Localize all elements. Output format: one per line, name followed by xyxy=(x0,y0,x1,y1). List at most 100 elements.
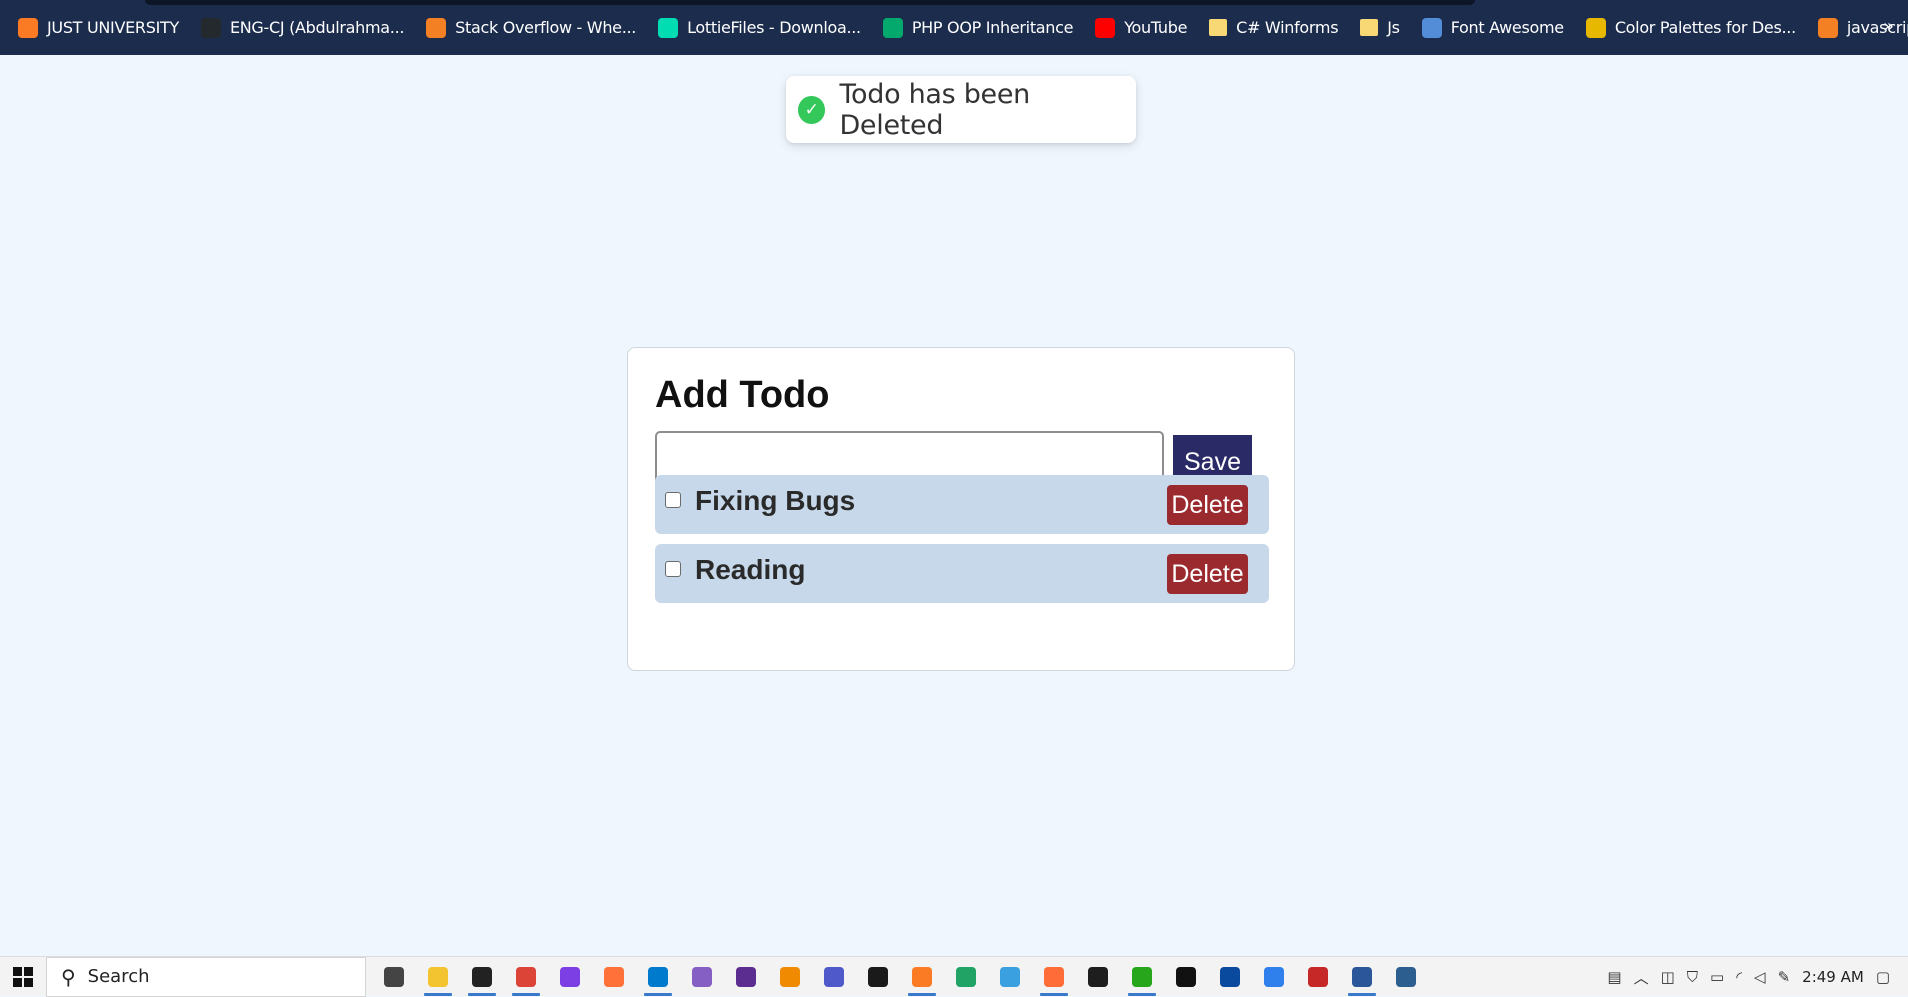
search-label: Search xyxy=(87,966,150,987)
todo-checkbox[interactable] xyxy=(665,492,681,508)
pen-icon[interactable]: ✎ xyxy=(1778,968,1791,986)
bookmark-label: JUST UNIVERSITY xyxy=(47,18,179,37)
figma-icon xyxy=(1088,966,1108,987)
battery-icon[interactable]: ▭ xyxy=(1710,968,1724,986)
volume-icon[interactable]: ◁ xyxy=(1754,968,1766,986)
task-view-icon xyxy=(384,966,404,987)
bookmark-item[interactable]: C# Winforms xyxy=(1209,13,1339,43)
bookmark-label: ENG-CJ (Abdulrahma... xyxy=(229,18,405,37)
delete-button[interactable]: Delete xyxy=(1167,485,1248,525)
taskbar-app[interactable] xyxy=(1032,957,1076,997)
clock[interactable]: 2:49 AM xyxy=(1802,968,1864,986)
app-orange-icon xyxy=(780,966,800,987)
teams-icon xyxy=(824,966,844,987)
photos-icon xyxy=(1000,966,1020,987)
todo-checkbox[interactable] xyxy=(665,561,681,577)
taskbar-app[interactable] xyxy=(724,957,768,997)
taskbar-app[interactable] xyxy=(1252,957,1296,997)
bookmark-label: PHP OOP Inheritance xyxy=(911,18,1074,37)
start-button[interactable] xyxy=(0,957,46,997)
word-icon xyxy=(1352,966,1372,987)
xampp-icon xyxy=(18,17,38,38)
visual-studio-icon xyxy=(692,966,712,987)
flag-icon xyxy=(1421,17,1442,38)
search-icon: ⚲ xyxy=(61,964,76,989)
taskbar-app[interactable] xyxy=(372,957,416,997)
delete-button[interactable]: Delete xyxy=(1167,554,1248,594)
taskbar-app[interactable] xyxy=(1340,957,1384,997)
more-bookmarks-button[interactable]: » xyxy=(1883,16,1894,37)
system-tray: ▤ ︿ ◫ ⛉ ▭ ◜ ◁ ✎ 2:49 AM ▢ xyxy=(1607,957,1908,997)
taskbar-app[interactable] xyxy=(856,957,900,997)
lottiefiles-icon xyxy=(658,17,679,38)
bookmark-label: Font Awesome xyxy=(1450,18,1564,37)
file-explorer-icon xyxy=(428,966,448,987)
taskbar-app[interactable] xyxy=(944,957,988,997)
windows-icon xyxy=(13,966,33,987)
taskbar-app[interactable] xyxy=(988,957,1032,997)
wifi-icon[interactable]: ◜ xyxy=(1736,968,1742,986)
camera-icon[interactable]: ◫ xyxy=(1661,968,1675,986)
taskbar-app[interactable] xyxy=(680,957,724,997)
bookmark-label: javascript - Google ch... xyxy=(1846,18,1908,37)
bookmark-label: LottieFiles - Downloa... xyxy=(687,18,861,37)
bookmark-item[interactable]: Color Palettes for Des... xyxy=(1585,13,1796,43)
taskbar-app[interactable] xyxy=(900,957,944,997)
taskbar-app[interactable] xyxy=(812,957,856,997)
taskbar-app[interactable] xyxy=(1296,957,1340,997)
bookmark-item[interactable]: javascript - Google ch... xyxy=(1817,13,1908,43)
news-icon[interactable]: ▤ xyxy=(1607,968,1621,986)
remote-icon xyxy=(1220,966,1240,987)
shield-icon[interactable]: ⛉ xyxy=(1687,968,1698,986)
taskbar-app[interactable] xyxy=(1120,957,1164,997)
app-dark-icon xyxy=(868,966,888,987)
taskbar-app[interactable] xyxy=(1208,957,1252,997)
toast-message: Todo has been Deleted xyxy=(839,78,1030,141)
vscode-icon xyxy=(648,966,668,987)
github-icon xyxy=(200,17,221,38)
camtasia-icon xyxy=(1132,966,1152,987)
todo-card: Add Todo Save Fixing Bugs Delete Reading… xyxy=(627,347,1295,671)
bookmarks-bar: JUST UNIVERSITY ENG-CJ (Abdulrahma... Stac… xyxy=(0,0,1908,55)
bookmark-item[interactable]: PHP OOP Inheritance xyxy=(882,13,1074,43)
bookmark-list: JUST UNIVERSITY ENG-CJ (Abdulrahma... Stac… xyxy=(18,13,1908,43)
taskbar-search[interactable]: ⚲ Search xyxy=(46,956,366,997)
visual-studio-dark-icon xyxy=(736,966,756,987)
bookmark-label: Stack Overflow - Whe... xyxy=(455,18,637,37)
todo-item: Reading Delete xyxy=(655,544,1269,603)
bookmark-item[interactable]: JUST UNIVERSITY xyxy=(18,13,179,43)
taskbar-app[interactable] xyxy=(548,957,592,997)
bookmark-item[interactable]: ENG-CJ (Abdulrahma... xyxy=(200,13,405,43)
taskbar-app[interactable] xyxy=(768,957,812,997)
bookmark-label: Color Palettes for Des... xyxy=(1614,18,1796,37)
card-title: Add Todo xyxy=(655,374,830,416)
bookmark-item[interactable]: Js xyxy=(1360,13,1400,43)
taskbar-app[interactable] xyxy=(1076,957,1120,997)
bookmark-item[interactable]: LottieFiles - Downloa... xyxy=(658,13,861,43)
todo-label: Reading xyxy=(695,554,806,585)
phpstorm-icon xyxy=(560,966,580,987)
taskbar: ⚲ Search ▤ ︿ ◫ ⛉ ▭ ◜ ◁ ✎ 2:49 AM ▢ xyxy=(0,956,1908,997)
youtube-icon xyxy=(1095,17,1116,38)
taskbar-app[interactable] xyxy=(636,957,680,997)
taskbar-app[interactable] xyxy=(1384,957,1428,997)
taskbar-app[interactable] xyxy=(504,957,548,997)
xampp-icon xyxy=(912,966,932,987)
taskbar-apps xyxy=(372,957,1428,997)
stackoverflow-icon xyxy=(1817,17,1838,38)
w3schools-icon xyxy=(882,17,903,38)
taskbar-app[interactable] xyxy=(1164,957,1208,997)
notification-icon[interactable]: ▢ xyxy=(1876,968,1890,986)
bookmark-label: YouTube xyxy=(1124,18,1188,37)
taskbar-app[interactable] xyxy=(416,957,460,997)
app-red-icon xyxy=(1308,966,1328,987)
bookmark-item[interactable]: Font Awesome xyxy=(1421,13,1564,43)
taskbar-app[interactable] xyxy=(592,957,636,997)
taskbar-app[interactable] xyxy=(460,957,504,997)
firefox-icon xyxy=(604,966,624,987)
bookmark-item[interactable]: YouTube xyxy=(1095,13,1187,43)
bookmark-item[interactable]: Stack Overflow - Whe... xyxy=(426,13,636,43)
bookmark-label: Js xyxy=(1387,18,1400,37)
terminal-icon xyxy=(472,966,492,987)
chevron-up-icon[interactable]: ︿ xyxy=(1634,967,1649,988)
